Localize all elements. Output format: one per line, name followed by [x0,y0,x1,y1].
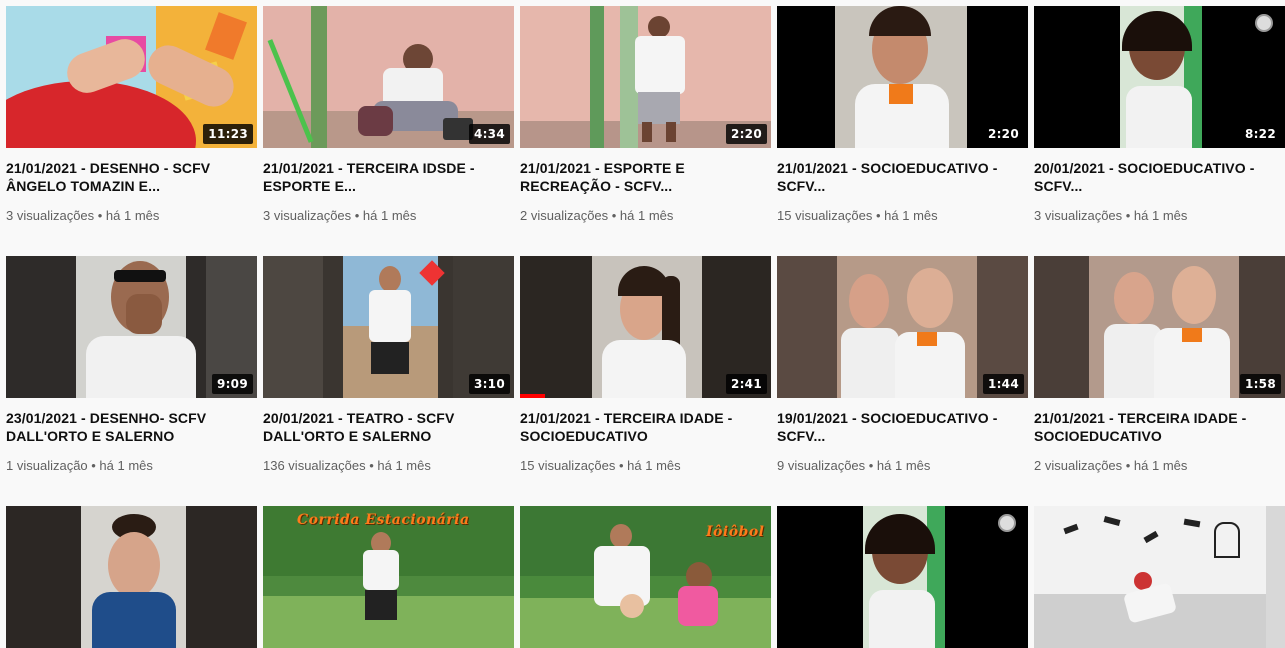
video-thumbnail[interactable]: 8:22 [1034,6,1285,148]
video-meta: 2 visualizações • há 1 mês [1034,458,1188,473]
video-title[interactable]: 20/01/2021 - SOCIOEDUCATIVO - SCFV... [1034,159,1285,195]
watermark-icon [998,514,1016,532]
duration-badge: 8:22 [1239,124,1281,144]
video-card[interactable]: Iôiôbol [520,506,771,648]
video-card[interactable] [777,506,1028,648]
video-meta: 1 visualização • há 1 mês [6,458,153,473]
video-thumbnail[interactable]: 11:23 [6,6,257,148]
video-card[interactable]: 2:20 21/01/2021 - SOCIOEDUCATIVO - SCFV.… [777,6,1028,256]
duration-badge: 2:41 [725,374,767,394]
video-card[interactable]: 11:23 21/01/2021 - DESENHO - SCFV ÂNGELO… [6,6,257,256]
duration-badge: 9:09 [211,374,253,394]
video-meta: 15 visualizações • há 1 mês [520,458,681,473]
video-card[interactable] [1034,506,1285,648]
video-title[interactable]: 23/01/2021 - DESENHO- SCFV DALL'ORTO E S… [6,409,257,445]
video-card[interactable] [6,506,257,648]
video-title[interactable]: 21/01/2021 - TERCEIRA IDSDE - ESPORTE E.… [263,159,514,195]
video-meta: 3 visualizações • há 1 mês [1034,208,1188,223]
video-thumbnail[interactable]: 2:41 [520,256,771,398]
video-thumbnail[interactable]: Iôiôbol [520,506,771,648]
video-title[interactable]: 21/01/2021 - TERCEIRA IDADE - SOCIOEDUCA… [520,409,771,445]
video-meta: 9 visualizações • há 1 mês [777,458,931,473]
duration-badge: 3:10 [468,374,510,394]
watch-progress-bar [520,394,546,398]
video-card[interactable]: 2:41 21/01/2021 - TERCEIRA IDADE - SOCIO… [520,256,771,506]
video-title[interactable]: 21/01/2021 - ESPORTE E RECREAÇÃO - SCFV.… [520,159,771,195]
duration-badge: 1:44 [982,374,1024,394]
video-thumbnail[interactable] [777,506,1028,648]
video-title[interactable]: 21/01/2021 - DESENHO - SCFV ÂNGELO TOMAZ… [6,159,257,195]
video-title[interactable]: 20/01/2021 - TEATRO - SCFV DALL'ORTO E S… [263,409,514,445]
video-card[interactable]: 8:22 20/01/2021 - SOCIOEDUCATIVO - SCFV.… [1034,6,1285,256]
video-meta: 3 visualizações • há 1 mês [263,208,417,223]
thumbnail-overlay-text: Iôiôbol [706,524,765,540]
duration-badge: 2:20 [725,124,767,144]
video-title[interactable]: 21/01/2021 - SOCIOEDUCATIVO - SCFV... [777,159,1028,195]
video-meta: 136 visualizações • há 1 mês [263,458,431,473]
duration-badge: 11:23 [203,124,253,144]
video-thumbnail[interactable]: Corrida Estacionária [263,506,514,648]
video-title[interactable]: 19/01/2021 - SOCIOEDUCATIVO - SCFV... [777,409,1028,445]
video-thumbnail[interactable]: 4:34 [263,6,514,148]
watermark-icon [1255,14,1273,32]
video-thumbnail[interactable]: 3:10 [263,256,514,398]
video-thumbnail[interactable]: 2:20 [520,6,771,148]
thumbnail-overlay-text: Corrida Estacionária [297,512,470,528]
video-thumbnail[interactable]: 2:20 [777,6,1028,148]
video-thumbnail[interactable] [6,506,257,648]
video-meta: 2 visualizações • há 1 mês [520,208,674,223]
duration-badge: 1:58 [1239,374,1281,394]
video-grid: 11:23 21/01/2021 - DESENHO - SCFV ÂNGELO… [6,6,1285,648]
duration-badge: 2:20 [982,124,1024,144]
thumbnail-image [777,506,1028,648]
video-thumbnail[interactable] [1034,506,1285,648]
video-thumbnail[interactable]: 1:44 [777,256,1028,398]
video-meta: 3 visualizações • há 1 mês [6,208,160,223]
video-card[interactable]: 9:09 23/01/2021 - DESENHO- SCFV DALL'ORT… [6,256,257,506]
video-card[interactable]: 1:58 21/01/2021 - TERCEIRA IDADE - SOCIO… [1034,256,1285,506]
video-card[interactable]: 1:44 19/01/2021 - SOCIOEDUCATIVO - SCFV.… [777,256,1028,506]
video-card[interactable]: Corrida Estacionária [263,506,514,648]
video-card[interactable]: 3:10 20/01/2021 - TEATRO - SCFV DALL'ORT… [263,256,514,506]
thumbnail-image [1034,506,1285,648]
video-thumbnail[interactable]: 1:58 [1034,256,1285,398]
video-title[interactable]: 21/01/2021 - TERCEIRA IDADE - SOCIOEDUCA… [1034,409,1285,445]
video-card[interactable]: 2:20 21/01/2021 - ESPORTE E RECREAÇÃO - … [520,6,771,256]
duration-badge: 4:34 [468,124,510,144]
video-card[interactable]: 4:34 21/01/2021 - TERCEIRA IDSDE - ESPOR… [263,6,514,256]
thumbnail-image [6,506,257,648]
video-thumbnail[interactable]: 9:09 [6,256,257,398]
video-meta: 15 visualizações • há 1 mês [777,208,938,223]
